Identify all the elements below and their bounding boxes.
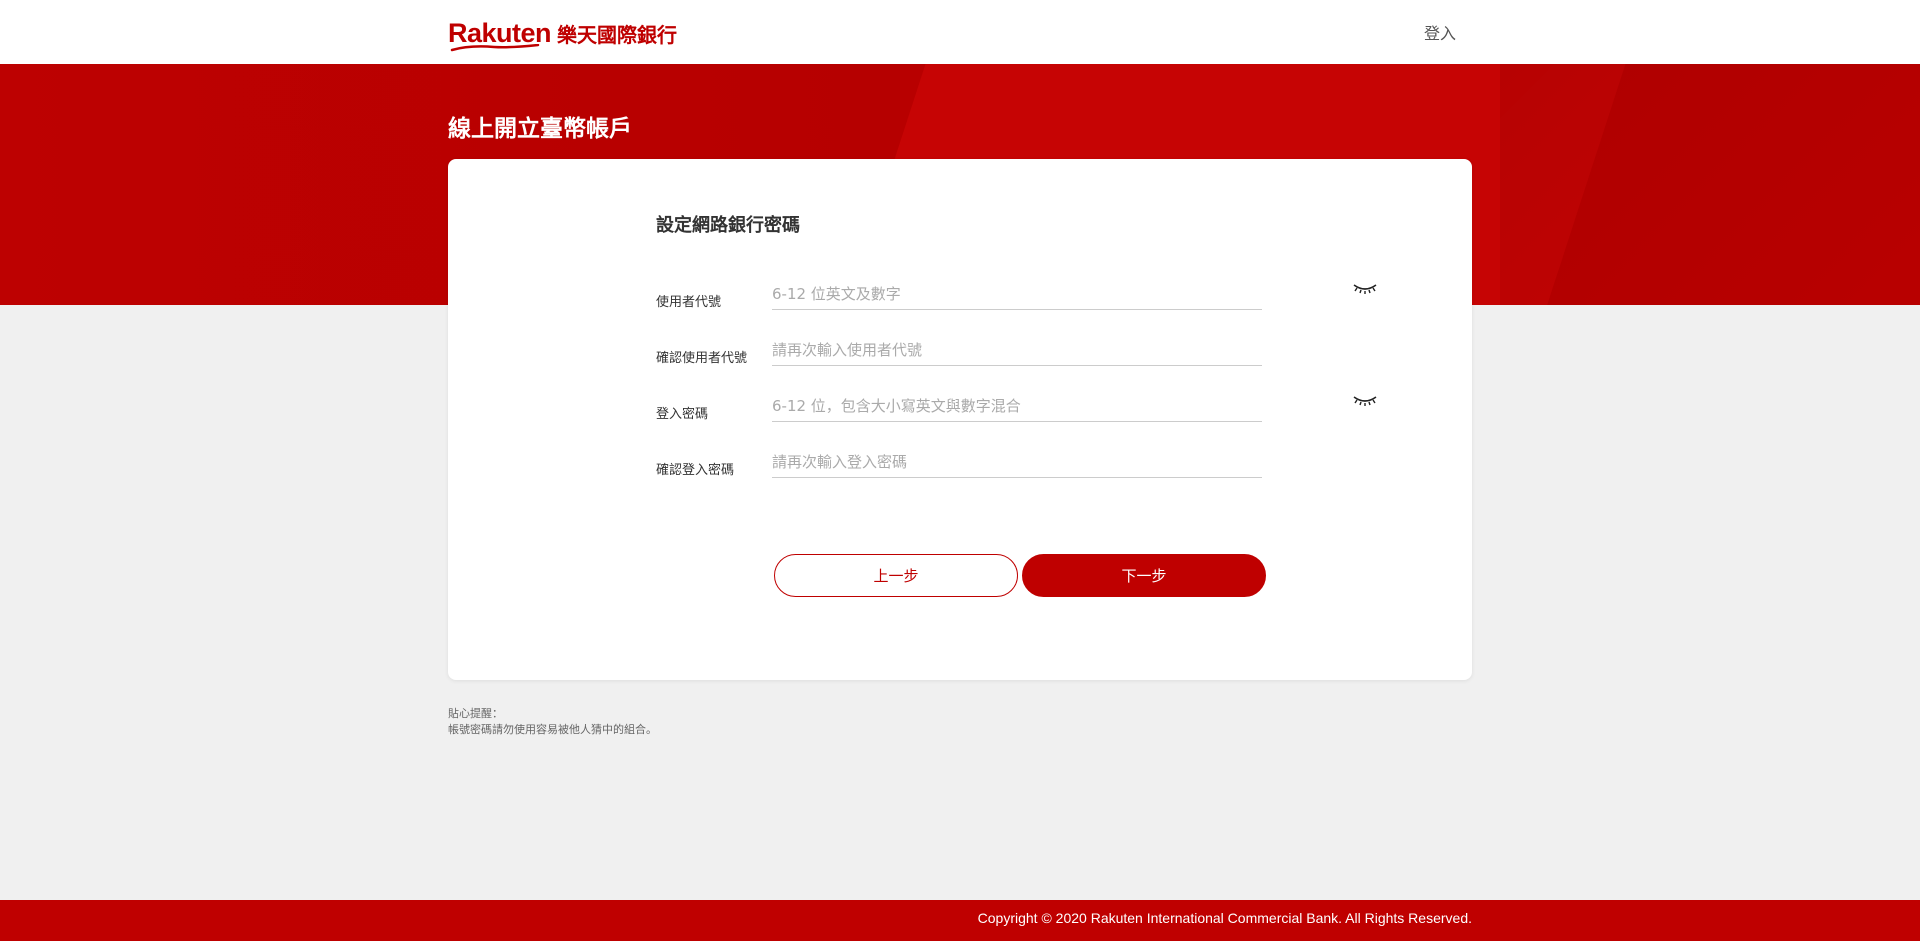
hero-bg-right	[1500, 64, 1920, 305]
confirm-password-input[interactable]	[772, 447, 1262, 478]
copyright-text: Copyright © 2020 Rakuten International C…	[977, 910, 1472, 926]
prev-step-button[interactable]: 上一步	[774, 554, 1018, 597]
top-bar: Rakuten 樂天國際銀行 登入	[0, 0, 1920, 64]
form-title: 設定網路銀行密碼	[656, 215, 800, 236]
logo-text-zh: 樂天國際銀行	[557, 22, 678, 47]
rakuten-bank-logo[interactable]: Rakuten 樂天國際銀行	[448, 18, 678, 52]
user-id-input[interactable]	[772, 279, 1262, 310]
password-input[interactable]	[772, 391, 1262, 422]
confirm-password-label: 確認登入密碼	[656, 463, 735, 478]
logo-swoosh-icon	[450, 44, 540, 52]
password-setup-card: 設定網路銀行密碼 使用者代號 確認使用者代號 登入密碼 確認登入密碼 上一步 下…	[448, 159, 1472, 680]
next-step-button[interactable]: 下一步	[1022, 554, 1266, 597]
page-title: 線上開立臺幣帳戶	[448, 116, 632, 142]
password-field: 登入密碼	[656, 391, 1377, 427]
eye-closed-icon[interactable]	[1352, 393, 1378, 409]
footer: Copyright © 2020 Rakuten International C…	[0, 900, 1920, 941]
tips-text: 帳號密碼請勿使用容易被他人猜中的組合。	[448, 723, 657, 736]
tips-section: 貼心提醒： 帳號密碼請勿使用容易被他人猜中的組合。	[448, 706, 657, 738]
confirm-password-field: 確認登入密碼	[656, 447, 1264, 483]
confirm-user-id-label: 確認使用者代號	[656, 351, 748, 366]
login-link[interactable]: 登入	[1424, 20, 1456, 44]
user-id-label: 使用者代號	[656, 295, 722, 310]
user-id-field: 使用者代號	[656, 279, 1377, 315]
eye-closed-icon[interactable]	[1352, 281, 1378, 297]
confirm-user-id-input[interactable]	[772, 335, 1262, 366]
confirm-user-id-field: 確認使用者代號	[656, 335, 1264, 371]
password-label: 登入密碼	[656, 407, 709, 422]
tips-title: 貼心提醒：	[448, 707, 503, 720]
